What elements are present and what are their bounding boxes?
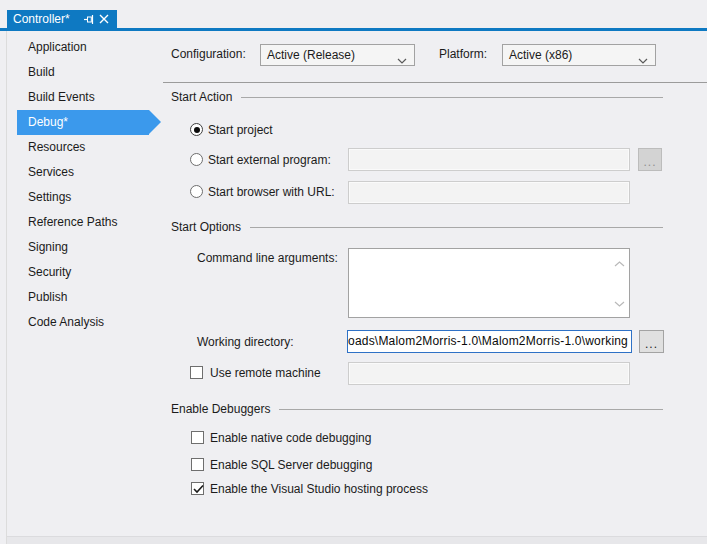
command-line-arguments-label: Command line arguments: [197, 250, 338, 266]
start-action-heading: Start Action [171, 90, 663, 104]
close-icon[interactable] [99, 14, 109, 24]
radio-start-browser-url[interactable] [190, 185, 203, 198]
configuration-select[interactable]: Active (Release) [260, 44, 415, 66]
sidebar-item-services[interactable]: Services [17, 160, 149, 185]
sidebar-item-debug[interactable]: Debug* [17, 110, 149, 135]
scrollbar-up-icon[interactable] [613, 254, 626, 272]
working-directory-browse-button[interactable]: ... [639, 330, 664, 353]
document-tab[interactable]: Controller* [7, 10, 117, 28]
start-options-heading: Start Options [171, 220, 663, 234]
enable-vs-hosting-label: Enable the Visual Studio hosting process [210, 481, 428, 497]
sidebar-item-application[interactable]: Application [17, 35, 149, 60]
pin-icon[interactable] [84, 14, 94, 25]
working-directory-input[interactable]: oads\Malom2Morris-1.0\Malom2Morris-1.0\w… [347, 330, 632, 353]
radio-start-external-program-label: Start external program: [208, 152, 331, 168]
sidebar-item-security[interactable]: Security [17, 260, 149, 285]
external-program-browse-button: ... [638, 148, 662, 171]
chevron-down-icon [397, 53, 407, 67]
platform-label: Platform: [439, 46, 487, 62]
remote-machine-input[interactable] [348, 362, 630, 385]
enable-sql-server-checkbox[interactable] [191, 458, 204, 471]
radio-start-external-program[interactable] [190, 153, 203, 166]
external-program-input[interactable] [348, 148, 630, 171]
sidebar-item-reference-paths[interactable]: Reference Paths [17, 210, 149, 235]
sidebar-item-signing[interactable]: Signing [17, 235, 149, 260]
bottom-scrollbar-track[interactable] [7, 536, 707, 544]
sidebar-item-code-analysis[interactable]: Code Analysis [17, 310, 149, 335]
sidebar-item-build[interactable]: Build [17, 60, 149, 85]
active-tab-underline [0, 28, 707, 31]
sidebar-item-publish[interactable]: Publish [17, 285, 149, 310]
chevron-down-icon [638, 53, 648, 67]
working-directory-label: Working directory: [197, 334, 293, 350]
command-line-arguments-textarea[interactable] [348, 248, 630, 318]
radio-start-browser-url-label: Start browser with URL: [208, 184, 335, 200]
scrollbar-down-icon[interactable] [613, 294, 626, 312]
sidebar-item-resources[interactable]: Resources [17, 135, 149, 160]
project-properties-page: Controller* Application Build Build Even… [0, 0, 707, 544]
tab-title: Controller* [13, 12, 70, 26]
configuration-label: Configuration: [171, 46, 246, 62]
config-separator [163, 82, 707, 83]
radio-start-project-label: Start project [208, 122, 273, 138]
use-remote-machine-checkbox[interactable] [190, 366, 203, 379]
enable-native-code-checkbox[interactable] [191, 431, 204, 444]
use-remote-machine-label: Use remote machine [210, 365, 321, 381]
browser-url-input[interactable] [348, 181, 630, 204]
sidebar-item-settings[interactable]: Settings [17, 185, 149, 210]
enable-native-code-label: Enable native code debugging [210, 430, 371, 446]
enable-vs-hosting-checkbox[interactable] [191, 482, 204, 495]
left-border [6, 31, 7, 544]
radio-start-project[interactable] [190, 123, 203, 136]
enable-sql-server-label: Enable SQL Server debugging [210, 457, 372, 473]
enable-debuggers-heading: Enable Debuggers [171, 402, 663, 416]
sidebar-item-build-events[interactable]: Build Events [17, 85, 149, 110]
platform-select[interactable]: Active (x86) [502, 44, 656, 66]
